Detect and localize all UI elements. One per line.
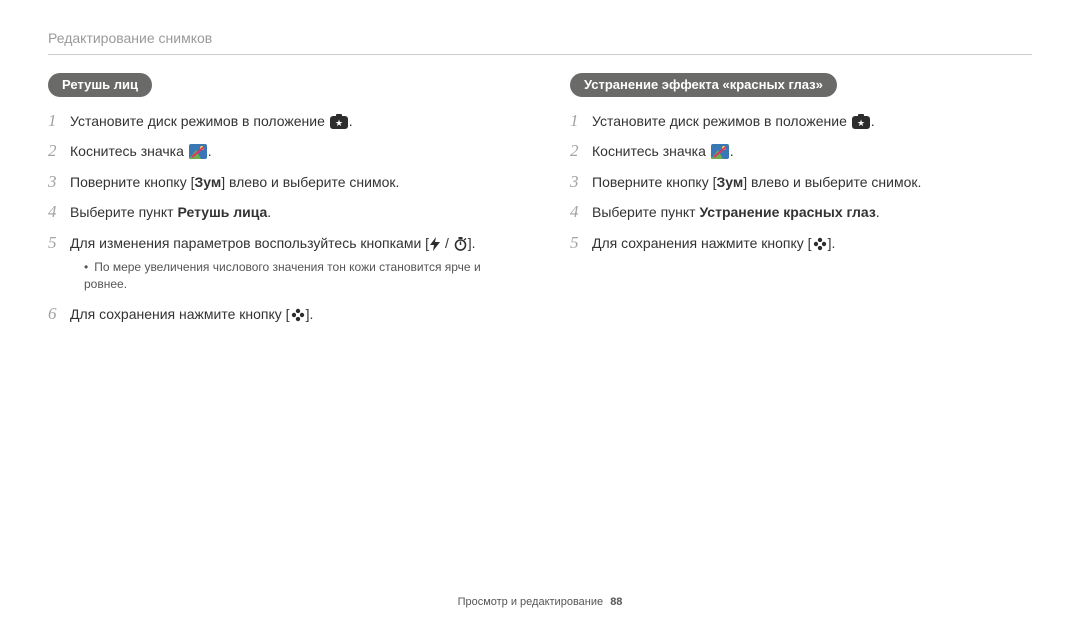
step-body: Выберите пункт Устранение красных глаз. bbox=[592, 202, 1032, 222]
footer-label: Просмотр и редактирование bbox=[458, 596, 604, 608]
slash: / bbox=[441, 235, 453, 251]
step-text: Коснитесь значка bbox=[592, 143, 710, 159]
mode-star-icon: ★ bbox=[330, 114, 348, 129]
flash-icon bbox=[430, 237, 440, 251]
step-number: 2 bbox=[48, 141, 70, 161]
list-item: 3 Поверните кнопку [Зум] влево и выберит… bbox=[570, 172, 1032, 192]
step-number: 5 bbox=[48, 233, 70, 253]
step-text: Коснитесь значка bbox=[70, 143, 188, 159]
step-body: Выберите пункт Ретушь лица. bbox=[70, 202, 510, 222]
svg-text:★: ★ bbox=[857, 118, 865, 128]
mode-star-icon: ★ bbox=[852, 114, 870, 129]
step-text: ] влево и выберите снимок. bbox=[221, 174, 399, 190]
step-bold: Ретушь лица bbox=[177, 204, 267, 220]
list-item: 2 Коснитесь значка . bbox=[48, 141, 510, 161]
step-number: 2 bbox=[570, 141, 592, 161]
step-bold: Зум bbox=[194, 174, 221, 190]
step-number: 4 bbox=[48, 202, 70, 222]
step-text: . bbox=[876, 204, 880, 220]
list-item: 3 Поверните кнопку [Зум] влево и выберит… bbox=[48, 172, 510, 192]
step-body: Коснитесь значка . bbox=[70, 141, 510, 161]
sub-note: По мере увеличения числового значения то… bbox=[70, 259, 510, 294]
right-column: Устранение эффекта «красных глаз» 1 Уста… bbox=[570, 73, 1032, 334]
step-text: . bbox=[871, 113, 875, 129]
section-pill-right: Устранение эффекта «красных глаз» bbox=[570, 73, 837, 97]
edit-brush-icon bbox=[711, 144, 729, 159]
step-text: Выберите пункт bbox=[592, 204, 699, 220]
step-body: Для сохранения нажмите кнопку []. bbox=[592, 233, 1032, 253]
left-column: Ретушь лиц 1 Установите диск режимов в п… bbox=[48, 73, 510, 334]
step-body: Поверните кнопку [Зум] влево и выберите … bbox=[70, 172, 510, 192]
page-footer: Просмотр и редактирование 88 bbox=[0, 596, 1080, 608]
step-bold: Зум bbox=[716, 174, 743, 190]
step-number: 1 bbox=[570, 111, 592, 131]
step-text: Выберите пункт bbox=[70, 204, 177, 220]
step-text: Установите диск режимов в положение bbox=[592, 113, 851, 129]
step-text: . bbox=[208, 143, 212, 159]
timer-icon bbox=[454, 237, 467, 251]
section-pill-left: Ретушь лиц bbox=[48, 73, 152, 97]
list-item: 1 Установите диск режимов в положение ★. bbox=[48, 111, 510, 131]
step-text: ]. bbox=[468, 235, 476, 251]
content-columns: Ретушь лиц 1 Установите диск режимов в п… bbox=[48, 73, 1032, 334]
step-text: ]. bbox=[828, 235, 836, 251]
list-item: 2 Коснитесь значка . bbox=[570, 141, 1032, 161]
step-text: ] влево и выберите снимок. bbox=[743, 174, 921, 190]
step-body: Для изменения параметров воспользуйтесь … bbox=[70, 233, 510, 294]
sub-note-item: По мере увеличения числового значения то… bbox=[84, 259, 510, 294]
divider bbox=[48, 54, 1032, 55]
list-item: 1 Установите диск режимов в положение ★. bbox=[570, 111, 1032, 131]
flower-icon bbox=[813, 237, 827, 251]
step-text: Установите диск режимов в положение bbox=[70, 113, 329, 129]
step-text: Для изменения параметров воспользуйтесь … bbox=[70, 235, 429, 251]
list-item: 5 Для изменения параметров воспользуйтес… bbox=[48, 233, 510, 294]
step-text: Для сохранения нажмите кнопку [ bbox=[592, 235, 812, 251]
edit-brush-icon bbox=[189, 144, 207, 159]
steps-right: 1 Установите диск режимов в положение ★.… bbox=[570, 111, 1032, 253]
step-number: 5 bbox=[570, 233, 592, 253]
svg-text:★: ★ bbox=[335, 118, 343, 128]
chapter-title: Редактирование снимков bbox=[48, 30, 1032, 46]
step-text: Поверните кнопку [ bbox=[592, 174, 716, 190]
step-number: 3 bbox=[570, 172, 592, 192]
step-text: . bbox=[267, 204, 271, 220]
step-bold: Устранение красных глаз bbox=[699, 204, 875, 220]
step-number: 1 bbox=[48, 111, 70, 131]
step-body: Поверните кнопку [Зум] влево и выберите … bbox=[592, 172, 1032, 192]
step-body: Коснитесь значка . bbox=[592, 141, 1032, 161]
step-body: Установите диск режимов в положение ★. bbox=[592, 111, 1032, 131]
list-item: 6 Для сохранения нажмите кнопку []. bbox=[48, 304, 510, 324]
list-item: 5 Для сохранения нажмите кнопку []. bbox=[570, 233, 1032, 253]
step-text: ]. bbox=[306, 306, 314, 322]
list-item: 4 Выберите пункт Устранение красных глаз… bbox=[570, 202, 1032, 222]
step-text: Для сохранения нажмите кнопку [ bbox=[70, 306, 290, 322]
step-text: . bbox=[349, 113, 353, 129]
step-text: . bbox=[730, 143, 734, 159]
step-number: 4 bbox=[570, 202, 592, 222]
step-body: Установите диск режимов в положение ★. bbox=[70, 111, 510, 131]
list-item: 4 Выберите пункт Ретушь лица. bbox=[48, 202, 510, 222]
step-body: Для сохранения нажмите кнопку []. bbox=[70, 304, 510, 324]
step-number: 6 bbox=[48, 304, 70, 324]
step-number: 3 bbox=[48, 172, 70, 192]
step-text: Поверните кнопку [ bbox=[70, 174, 194, 190]
flower-icon bbox=[291, 308, 305, 322]
page-number: 88 bbox=[610, 596, 622, 608]
steps-left: 1 Установите диск режимов в положение ★.… bbox=[48, 111, 510, 324]
